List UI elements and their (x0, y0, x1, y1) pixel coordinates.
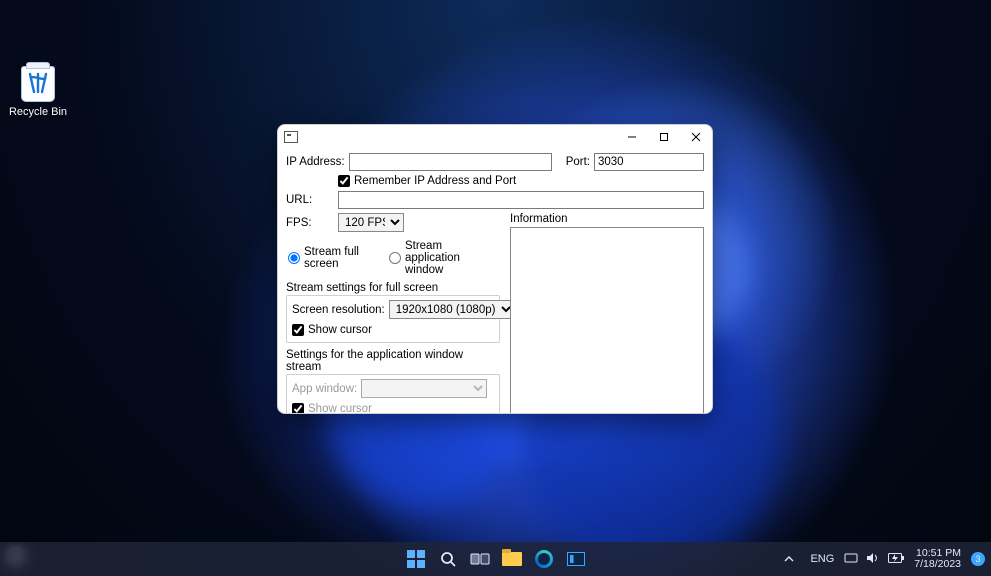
file-explorer-icon[interactable] (501, 548, 523, 570)
trash-icon (21, 66, 55, 102)
taskbar: ENG 10:51 PM 7/18/2023 3 (0, 542, 991, 576)
minimize-button[interactable] (616, 125, 648, 149)
titlebar[interactable] (278, 125, 712, 149)
taskbar-clock[interactable]: 10:51 PM 7/18/2023 (914, 548, 961, 570)
show-cursor-app-checkbox[interactable]: Show cursor (292, 403, 494, 414)
battery-icon[interactable] (888, 553, 904, 566)
remember-checkbox[interactable] (338, 175, 350, 187)
app-window-group: App window: Show cursor (286, 374, 500, 414)
network-icon[interactable] (844, 552, 858, 567)
fps-label: FPS: (286, 217, 334, 229)
app-group-title: Settings for the application window stre… (286, 349, 500, 373)
task-view-icon[interactable] (469, 548, 491, 570)
start-button[interactable] (405, 548, 427, 570)
resolution-label: Screen resolution: (292, 304, 385, 316)
recycle-bin-icon[interactable]: Recycle Bin (6, 66, 70, 118)
stream-full-label: Stream full screen (304, 246, 367, 270)
stream-app-radio[interactable]: Stream application window (389, 240, 500, 276)
full-screen-group: Screen resolution: 1920x1080 (1080p) Sho… (286, 295, 500, 343)
app-window-label: App window: (292, 383, 357, 395)
fps-select[interactable]: 120 FPS (338, 213, 404, 232)
stream-app-window: IP Address: Port: Remember IP Address an… (277, 124, 713, 414)
port-input[interactable] (594, 153, 704, 171)
app-window-select (361, 379, 487, 398)
recycle-bin-label: Recycle Bin (9, 106, 67, 118)
information-textbox[interactable] (510, 227, 704, 414)
task-manager-icon[interactable] (565, 548, 587, 570)
close-button[interactable] (680, 125, 712, 149)
url-input[interactable] (338, 191, 704, 209)
search-icon[interactable] (437, 548, 459, 570)
edge-icon[interactable] (533, 548, 555, 570)
tray-chevron-icon[interactable] (778, 548, 800, 570)
notifications-badge[interactable]: 3 (971, 552, 985, 566)
show-cursor-app-label: Show cursor (308, 403, 372, 414)
taskbar-date: 7/18/2023 (914, 559, 961, 570)
app-icon (284, 131, 298, 143)
port-label: Port: (566, 156, 590, 168)
volume-icon[interactable] (866, 552, 880, 567)
maximize-button[interactable] (648, 125, 680, 149)
information-label: Information (510, 213, 704, 225)
show-cursor-full-checkbox[interactable]: Show cursor (292, 324, 494, 336)
full-group-title: Stream settings for full screen (286, 282, 500, 294)
remember-label: Remember IP Address and Port (354, 175, 516, 187)
ip-address-input[interactable] (349, 153, 553, 171)
url-label: URL: (286, 194, 334, 206)
language-indicator[interactable]: ENG (810, 553, 834, 565)
show-cursor-full-label: Show cursor (308, 324, 372, 336)
stream-app-label: Stream application window (405, 240, 500, 276)
stream-full-radio[interactable]: Stream full screen (288, 246, 367, 270)
ip-address-label: IP Address: (286, 156, 345, 168)
resolution-select[interactable]: 1920x1080 (1080p) (389, 300, 515, 319)
